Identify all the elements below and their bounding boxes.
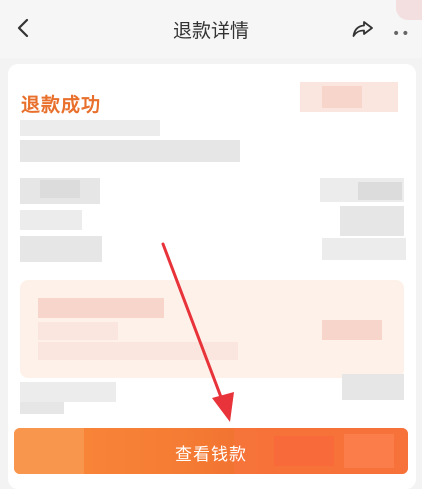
view-money-button[interactable]: 查看钱款	[14, 428, 408, 474]
blurred-region	[38, 322, 118, 340]
blurred-region	[20, 210, 82, 230]
blurred-region	[20, 236, 102, 262]
blurred-region	[20, 140, 240, 162]
refund-status: 退款成功	[21, 94, 102, 116]
blurred-region	[358, 182, 402, 200]
blurred-region	[322, 320, 382, 340]
blurred-region	[396, 0, 422, 20]
blurred-region	[20, 382, 116, 402]
blurred-region	[20, 120, 160, 136]
blurred-region	[322, 86, 362, 108]
navigation-bar: 退款详情 ••	[0, 0, 422, 58]
share-icon[interactable]	[350, 16, 376, 42]
blurred-region	[20, 402, 64, 414]
blurred-region	[342, 374, 404, 400]
blurred-region	[38, 342, 238, 360]
view-money-label: 查看钱款	[175, 445, 247, 465]
blurred-region	[322, 238, 406, 260]
more-icon[interactable]: ••	[392, 26, 411, 42]
blurred-region	[40, 180, 80, 198]
blurred-region	[340, 206, 404, 236]
blurred-region	[38, 298, 164, 318]
